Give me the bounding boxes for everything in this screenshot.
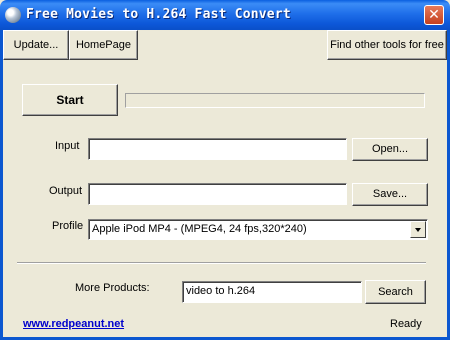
input-label: Input bbox=[55, 140, 80, 152]
more-products-search-input[interactable]: video to h.264 bbox=[182, 281, 362, 303]
output-field[interactable] bbox=[88, 183, 347, 205]
close-icon: ✕ bbox=[428, 7, 440, 23]
find-other-tools-button[interactable]: Find other tools for free bbox=[327, 30, 447, 60]
start-button-label: Start bbox=[56, 93, 84, 107]
homepage-button-label: HomePage bbox=[75, 39, 132, 51]
profile-label: Profile bbox=[52, 220, 84, 232]
close-button[interactable]: ✕ bbox=[424, 5, 444, 25]
profile-selected-value: Apple iPod MP4 - (MPEG4, 24 fps,320*240) bbox=[92, 223, 307, 235]
website-link[interactable]: www.redpeanut.net bbox=[23, 318, 124, 330]
profile-select[interactable]: Apple iPod MP4 - (MPEG4, 24 fps,320*240) bbox=[88, 219, 428, 240]
window-frame-left bbox=[0, 30, 3, 340]
save-button-label: Save... bbox=[372, 188, 408, 200]
conversion-progress-bar bbox=[125, 93, 425, 108]
open-button-label: Open... bbox=[371, 143, 409, 155]
app-icon[interactable] bbox=[5, 7, 21, 23]
save-button[interactable]: Save... bbox=[352, 183, 428, 206]
window-title: Free Movies to H.264 Fast Convert bbox=[26, 7, 291, 22]
status-text: Ready bbox=[390, 318, 422, 330]
update-button-label: Update... bbox=[13, 39, 59, 51]
update-button[interactable]: Update... bbox=[3, 30, 69, 60]
title-bar[interactable]: Free Movies to H.264 Fast Convert ✕ bbox=[0, 0, 450, 30]
chevron-down-icon[interactable] bbox=[410, 221, 426, 238]
separator bbox=[17, 262, 426, 264]
input-field[interactable] bbox=[88, 138, 347, 160]
open-button[interactable]: Open... bbox=[352, 138, 428, 161]
output-label: Output bbox=[49, 185, 83, 197]
homepage-button[interactable]: HomePage bbox=[69, 30, 138, 60]
more-products-label: More Products: bbox=[75, 282, 150, 294]
search-button[interactable]: Search bbox=[365, 280, 426, 304]
find-other-tools-label: Find other tools for free bbox=[330, 39, 444, 51]
search-button-label: Search bbox=[378, 286, 413, 298]
app-window: Free Movies to H.264 Fast Convert ✕ Upda… bbox=[0, 0, 450, 340]
start-button[interactable]: Start bbox=[22, 84, 118, 116]
